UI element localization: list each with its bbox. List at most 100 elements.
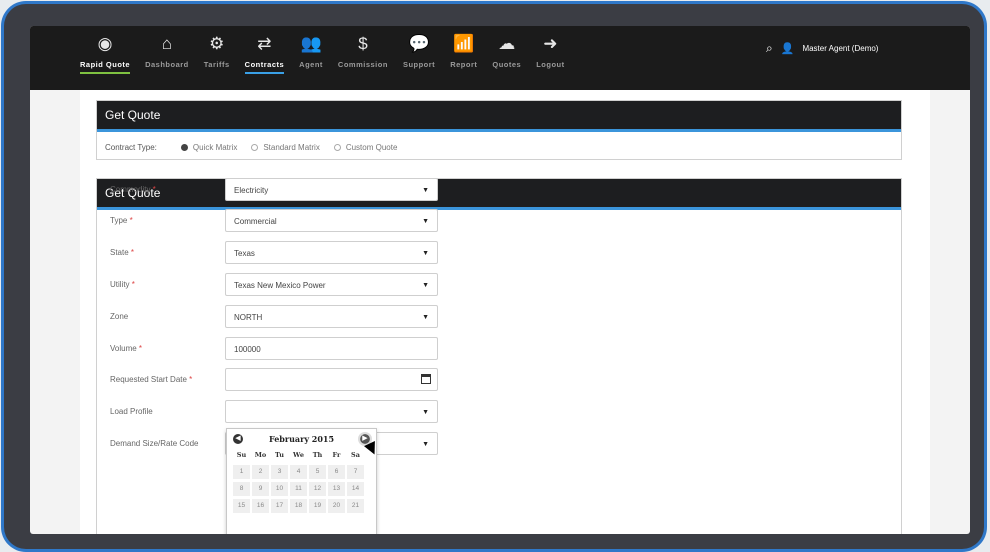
prev-month-icon[interactable]: ◀ [233,434,243,444]
radio-standard-matrix[interactable]: Standard Matrix [251,143,320,152]
required-marker: * [129,280,135,289]
dropdown-caret-icon: ▼ [422,314,429,321]
nav-items: ◉ Rapid Quote ⌂ Dashboard ⚙ Tariffs ⇄ Contracts… [80,34,580,74]
target-icon: ◉ [97,34,113,53]
field-label: Commodity * [110,185,156,194]
field-label: Zone [110,312,128,321]
dropdown-caret-icon: ▼ [422,409,429,416]
next-month-icon[interactable]: ▶ [358,432,372,446]
commodity-select[interactable]: Electricity ▼ [225,178,438,201]
zone-select[interactable]: NORTH ▼ [225,305,438,328]
radio-dot[interactable] [251,144,259,151]
radio-dot[interactable] [333,144,341,151]
calendar-day[interactable]: 17 [271,499,288,513]
calendar-day[interactable]: 14 [347,482,364,496]
nav-item-contracts[interactable]: ⇄ Contracts [244,34,285,74]
dropdown-caret-icon: ▼ [422,218,429,225]
required-marker: * [186,375,193,384]
weekday-header: Fr [332,451,341,459]
calendar-day[interactable]: 10 [271,482,288,496]
calendar-icon[interactable] [421,374,431,384]
field-label: State * [110,248,134,257]
volume-input[interactable]: 100000 [225,337,438,360]
requested-start-date-date-input[interactable] [225,368,438,391]
dropdown-caret-icon: ▼ [422,187,429,194]
calendar-day[interactable]: 5 [309,465,326,479]
field-value: Commercial [234,217,277,226]
calendar-day[interactable]: 6 [328,465,345,479]
calendar-day[interactable]: 13 [328,482,345,496]
device-frame: ◉ Rapid Quote ⌂ Dashboard ⚙ Tariffs ⇄ Contracts… [4,4,984,549]
search-icon[interactable]: ⌕ [766,41,773,56]
top-navigation-bar: ◉ Rapid Quote ⌂ Dashboard ⚙ Tariffs ⇄ Contracts… [30,26,970,90]
nav-item-agent[interactable]: 👥 Agent [299,34,323,74]
datepicker-month: February 2015 [268,434,335,444]
chat-icon: 💬 [408,34,430,53]
radio-custom-quote[interactable]: Custom Quote [333,143,397,152]
field-label: Type * [110,216,133,225]
field-label-text: Utility [110,280,130,289]
field-label: Volume * [110,344,142,353]
exchange-icon: ⇄ [257,34,272,53]
nav-item-commission[interactable]: $ Commission [338,34,388,74]
calendar-day[interactable]: 7 [347,465,364,479]
calendar-day[interactable]: 15 [233,499,250,513]
main-content: Get Quote Contract Type: Quick Matrix St… [80,90,930,534]
field-label-text: Commodity [110,185,151,194]
radio-quick-matrix[interactable]: Quick Matrix [180,143,237,152]
logout-icon: ➜ [543,34,558,53]
nav-item-rapid-quote[interactable]: ◉ Rapid Quote [80,34,131,74]
field-label-text: Requested Start Date [110,375,187,384]
nav-item-support[interactable]: 💬 Support [403,34,435,74]
state-select[interactable]: Texas ▼ [225,241,438,264]
dropdown-caret-icon: ▼ [422,441,429,448]
calendar-day[interactable]: 1 [233,465,250,479]
datepicker-header: ◀ February 2015 ▶ [227,429,376,449]
bar-chart-icon: 📶 [453,34,475,53]
required-marker: * [127,216,133,225]
weekday-header: Su [236,451,247,459]
calendar-day[interactable]: 18 [290,499,307,513]
account-area: ⌕ 👤 Master Agent (Demo) [766,41,878,56]
utility-select[interactable]: Texas New Mexico Power ▼ [225,273,438,296]
field-label-text: Volume [110,344,137,353]
calendar-day[interactable]: 19 [309,499,326,513]
nav-item-label: Report [450,60,478,69]
calendar-day[interactable]: 8 [233,482,250,496]
required-marker: * [136,344,143,353]
nav-item-quotes[interactable]: ☁ Quotes [492,34,521,74]
field-label: Demand Size/Rate Code [110,439,199,448]
nav-item-report[interactable]: 📶 Report [450,34,477,74]
nav-item-logout[interactable]: ➜ Logout [536,34,564,74]
load-profile-select[interactable]: ▼ [225,400,438,423]
nav-item-tariffs[interactable]: ⚙ Tariffs [204,34,230,74]
field-value: Texas [234,249,255,258]
panel-title: Get Quote [97,101,901,132]
calendar-day[interactable]: 20 [328,499,345,513]
calendar-grid: Su Mo Tu We Th Fr Sa 1 2 3 4 5 6 7 8 9 10 11 12 13 14 15 16 17 1… [227,449,376,513]
nav-item-label: Contracts [244,60,285,74]
weekday-header: Mo [254,451,267,459]
calendar-day[interactable]: 12 [309,482,326,496]
cloud-icon: ☁ [498,34,516,53]
field-label: Requested Start Date * [110,375,192,384]
field-value: NORTH [234,313,263,322]
weekday-header: We [293,451,304,459]
calendar-day[interactable]: 4 [290,465,307,479]
nav-item-dashboard[interactable]: ⌂ Dashboard [145,34,189,74]
calendar-day[interactable]: 2 [252,465,269,479]
radio-dot[interactable] [180,144,188,151]
calendar-day[interactable]: 16 [252,499,269,513]
contract-type-panel: Get Quote Contract Type: Quick Matrix St… [96,100,902,160]
account-name[interactable]: Master Agent (Demo) [802,44,878,53]
calendar-day[interactable]: 11 [290,482,307,496]
calendar-day[interactable]: 21 [347,499,364,513]
field-value: Electricity [234,186,269,195]
calendar-day[interactable]: 3 [271,465,288,479]
datepicker-popup: ◀ February 2015 ▶ Su Mo Tu We Th Fr Sa 1 2 3 4 5 6 7 8… [226,428,377,534]
contract-type-label: Contract Type: [105,143,157,152]
type-select[interactable]: Commercial ▼ [225,209,438,232]
get-quote-form-panel: Get Quote [96,178,902,534]
calendar-day[interactable]: 9 [252,482,269,496]
nav-item-label: Logout [536,60,565,69]
